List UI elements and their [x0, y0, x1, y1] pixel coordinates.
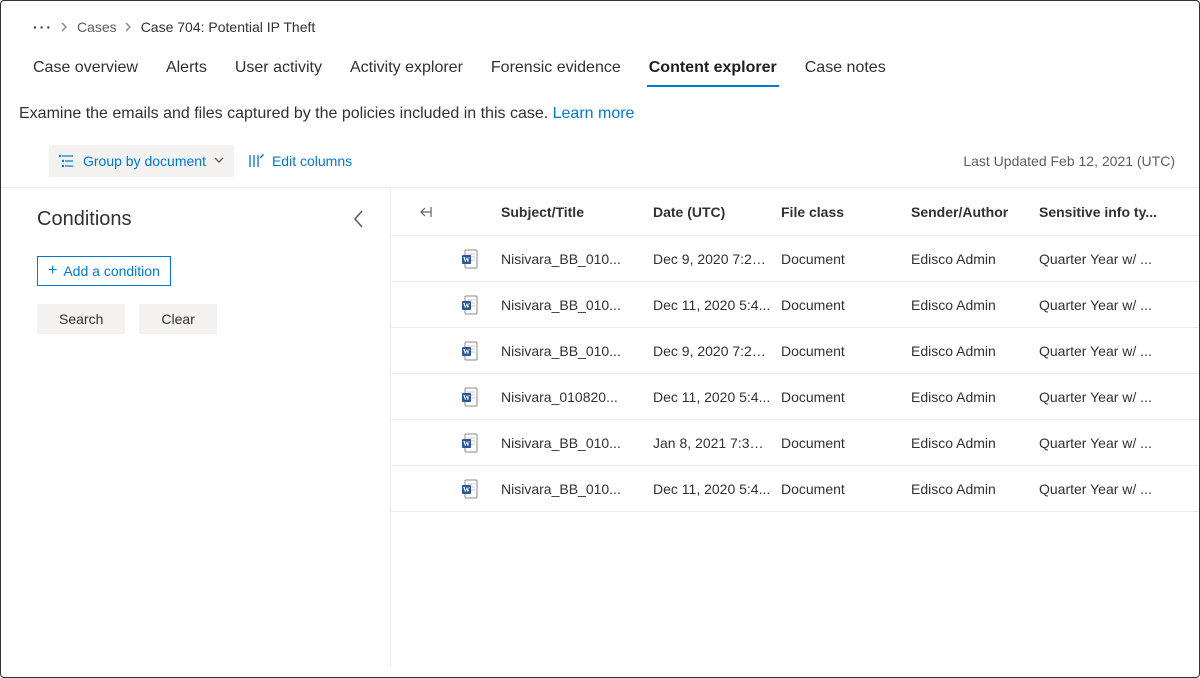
cell-sender: Edisco Admin [911, 251, 1039, 267]
search-button[interactable]: Search [37, 304, 125, 334]
table-row[interactable]: W Nisivara_010820...Dec 11, 2020 5:4...Do… [391, 374, 1199, 420]
svg-text:W: W [463, 394, 470, 402]
collapse-panel-button[interactable] [348, 204, 370, 234]
word-document-icon: W [461, 295, 501, 315]
chevron-down-icon [214, 157, 224, 165]
table-row[interactable]: W Nisivara_BB_010...Jan 8, 2021 7:34 ...D… [391, 420, 1199, 466]
tab-content-explorer[interactable]: Content explorer [647, 53, 779, 87]
learn-more-link[interactable]: Learn more [553, 105, 635, 122]
plus-icon: + [48, 263, 57, 279]
word-document-icon: W [461, 387, 501, 407]
group-by-button[interactable]: Group by document [49, 145, 234, 177]
header-file-class[interactable]: File class [781, 204, 911, 220]
word-document-icon: W [461, 433, 501, 453]
cell-sender: Edisco Admin [911, 297, 1039, 313]
breadcrumb-more-icon[interactable]: ··· [33, 19, 53, 35]
word-document-icon: W [461, 479, 501, 499]
cell-subject: Nisivara_BB_010... [501, 251, 653, 267]
word-document-icon: W [461, 341, 501, 361]
chevron-right-icon [125, 22, 133, 32]
table-row[interactable]: W Nisivara_BB_010...Dec 9, 2020 7:25 ...D… [391, 236, 1199, 282]
cell-sensitive-info: Quarter Year w/ ... [1039, 481, 1171, 497]
cell-file-class: Document [781, 297, 911, 313]
cell-date: Dec 11, 2020 5:4... [653, 389, 781, 405]
conditions-title: Conditions [37, 208, 132, 231]
cell-subject: Nisivara_BB_010... [501, 481, 653, 497]
svg-text:W: W [463, 302, 470, 310]
cell-date: Jan 8, 2021 7:34 ... [653, 435, 781, 451]
cell-file-class: Document [781, 389, 911, 405]
tab-case-notes[interactable]: Case notes [803, 53, 888, 87]
breadcrumb-item-current[interactable]: Case 704: Potential IP Theft [141, 19, 316, 35]
cell-date: Dec 9, 2020 7:25 ... [653, 251, 781, 267]
header-sender[interactable]: Sender/Author [911, 204, 1039, 220]
cell-date: Dec 11, 2020 5:4... [653, 481, 781, 497]
cell-subject: Nisivara_BB_010... [501, 297, 653, 313]
table-header: Subject/Title Date (UTC) File class Send… [391, 188, 1199, 236]
tab-bar: Case overview Alerts User activity Activity… [1, 53, 1199, 99]
list-group-icon [59, 154, 75, 168]
cell-file-class: Document [781, 435, 911, 451]
cell-sender: Edisco Admin [911, 389, 1039, 405]
tab-forensic-evidence[interactable]: Forensic evidence [489, 53, 623, 87]
word-document-icon: W [461, 249, 501, 269]
cell-file-class: Document [781, 251, 911, 267]
cell-file-class: Document [781, 481, 911, 497]
cell-file-class: Document [781, 343, 911, 359]
cell-subject: Nisivara_BB_010... [501, 343, 653, 359]
results-table: Subject/Title Date (UTC) File class Send… [391, 188, 1199, 667]
table-row[interactable]: W Nisivara_BB_010...Dec 9, 2020 7:25 ...D… [391, 328, 1199, 374]
header-subject[interactable]: Subject/Title [501, 204, 653, 220]
subtitle-text: Examine the emails and files captured by… [19, 105, 553, 122]
cell-sensitive-info: Quarter Year w/ ... [1039, 435, 1171, 451]
breadcrumb: ··· Cases Case 704: Potential IP Theft [1, 19, 1199, 53]
add-condition-button[interactable]: + Add a condition [37, 256, 171, 286]
add-condition-label: Add a condition [63, 263, 160, 279]
table-row[interactable]: W Nisivara_BB_010...Dec 11, 2020 5:4...Do… [391, 466, 1199, 512]
svg-text:W: W [463, 440, 470, 448]
last-updated-label: Last Updated Feb 12, 2021 (UTC) [963, 153, 1175, 169]
cell-sensitive-info: Quarter Year w/ ... [1039, 343, 1171, 359]
cell-subject: Nisivara_010820... [501, 389, 653, 405]
conditions-panel: Conditions + Add a condition Search Clea… [1, 188, 391, 667]
cell-date: Dec 9, 2020 7:25 ... [653, 343, 781, 359]
cell-sensitive-info: Quarter Year w/ ... [1039, 389, 1171, 405]
cell-sensitive-info: Quarter Year w/ ... [1039, 297, 1171, 313]
edit-columns-icon [248, 154, 264, 168]
breadcrumb-item-cases[interactable]: Cases [77, 19, 117, 35]
svg-text:W: W [463, 348, 470, 356]
tab-case-overview[interactable]: Case overview [31, 53, 140, 87]
clear-button[interactable]: Clear [139, 304, 216, 334]
edit-columns-label: Edit columns [272, 153, 352, 169]
cell-sender: Edisco Admin [911, 481, 1039, 497]
cell-date: Dec 11, 2020 5:4... [653, 297, 781, 313]
command-bar: Group by document Edit columns Last Upda… [1, 145, 1199, 187]
group-by-label: Group by document [83, 153, 206, 169]
header-sensitive-info[interactable]: Sensitive info ty... [1039, 204, 1171, 220]
cell-sender: Edisco Admin [911, 435, 1039, 451]
table-row[interactable]: W Nisivara_BB_010...Dec 11, 2020 5:4...Do… [391, 282, 1199, 328]
tab-alerts[interactable]: Alerts [164, 53, 209, 87]
cell-subject: Nisivara_BB_010... [501, 435, 653, 451]
tab-user-activity[interactable]: User activity [233, 53, 324, 87]
header-date[interactable]: Date (UTC) [653, 204, 781, 220]
page-subtitle: Examine the emails and files captured by… [1, 99, 1199, 145]
cell-sender: Edisco Admin [911, 343, 1039, 359]
collapse-column-button[interactable] [391, 206, 461, 218]
svg-text:W: W [463, 486, 470, 494]
edit-columns-button[interactable]: Edit columns [238, 145, 362, 177]
chevron-right-icon [61, 22, 69, 32]
svg-text:W: W [463, 256, 470, 264]
tab-activity-explorer[interactable]: Activity explorer [348, 53, 465, 87]
cell-sensitive-info: Quarter Year w/ ... [1039, 251, 1171, 267]
